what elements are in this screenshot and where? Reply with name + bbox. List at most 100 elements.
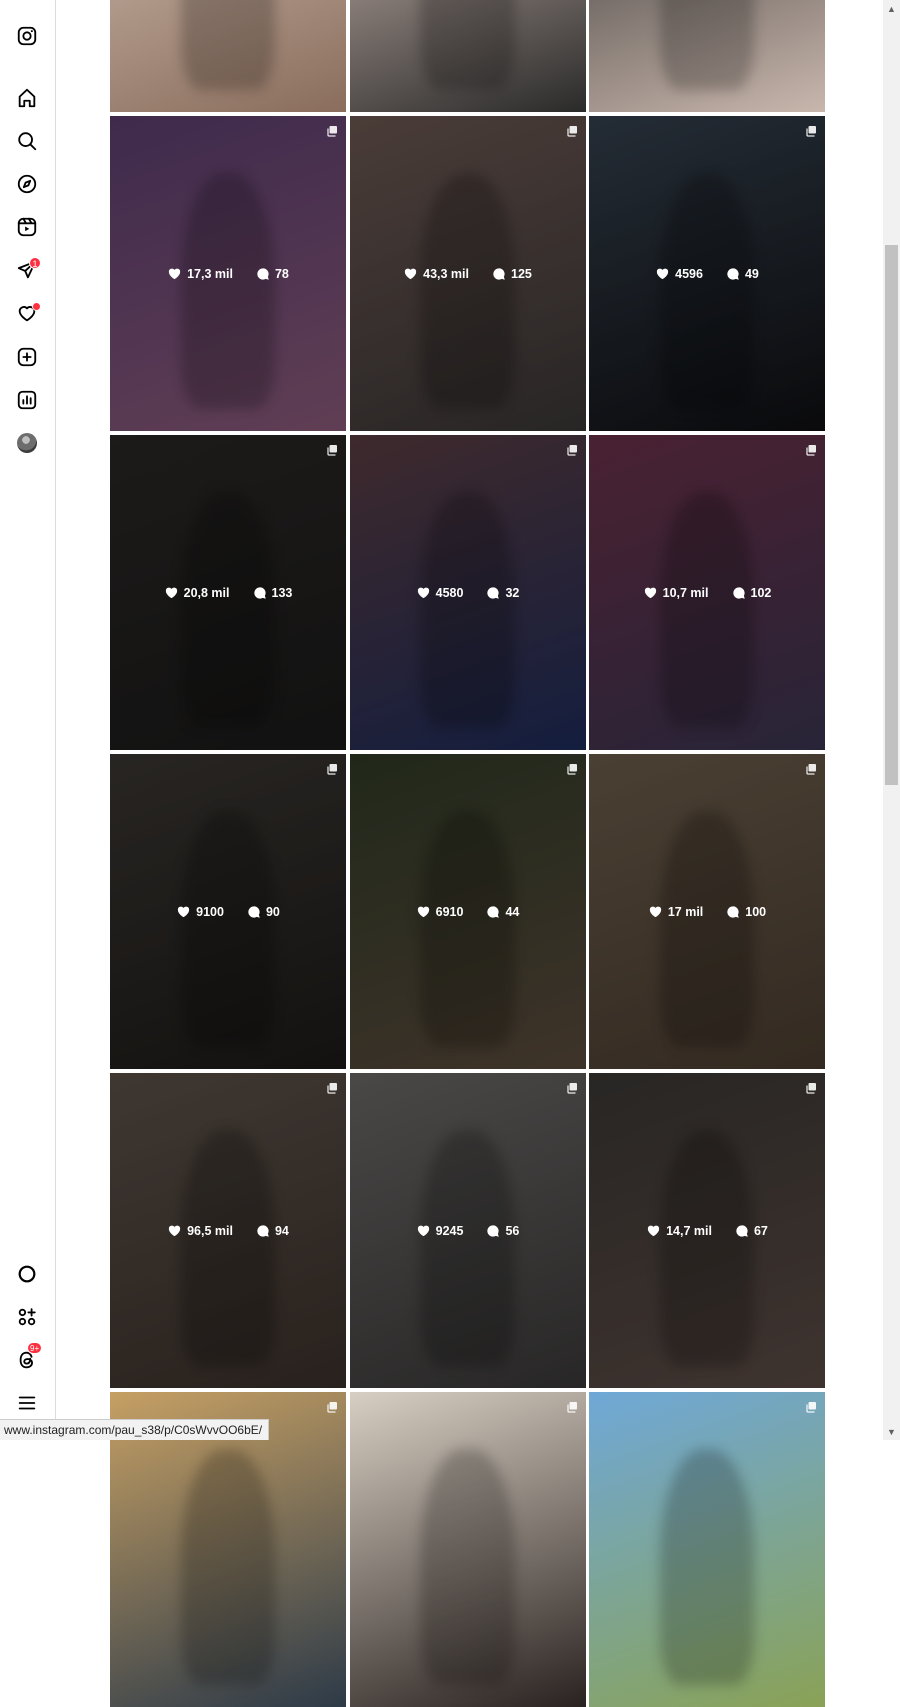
comments-count: 67 (734, 1223, 768, 1238)
post-thumbnail[interactable]: 20,8 mil 133 (110, 435, 346, 750)
explore-button[interactable] (13, 170, 41, 198)
more-menu-button[interactable] (13, 1389, 41, 1417)
likes-label: 96,5 mil (187, 1223, 233, 1238)
comments-count: 44 (485, 904, 519, 919)
dashboard-button[interactable] (13, 386, 41, 414)
comments-label: 44 (505, 904, 520, 919)
comment-icon (731, 585, 746, 600)
heart-icon (403, 266, 418, 281)
heart-icon (655, 266, 670, 281)
search-icon (16, 130, 38, 152)
post-thumbnail[interactable]: 43,3 mil 125 (349, 116, 586, 431)
meta-ai-icon (16, 1263, 38, 1285)
heart-icon (646, 1223, 661, 1238)
comments-label: 56 (505, 1223, 520, 1238)
post-stats: 9245 56 (350, 1073, 586, 1388)
instagram-logo-button[interactable] (13, 22, 41, 50)
comments-label: 125 (511, 266, 532, 281)
likes-label: 17,3 mil (187, 266, 233, 281)
likes-count: 4580 (416, 585, 463, 600)
heart-icon (176, 904, 191, 919)
post-thumbnail[interactable] (589, 0, 825, 112)
likes-label: 9100 (196, 904, 224, 919)
notifications-button[interactable] (13, 299, 41, 327)
comment-icon (725, 266, 740, 281)
threads-button[interactable]: 9+ (13, 1342, 43, 1374)
reels-button[interactable] (13, 213, 41, 241)
photo-content (180, 1448, 276, 1685)
post-stats: 43,3 mil 125 (350, 116, 586, 431)
comment-icon (485, 904, 500, 919)
post-stats: 14,7 mil 67 (589, 1073, 825, 1388)
post-thumbnail[interactable]: 96,5 mil 94 (110, 1073, 346, 1388)
post-thumbnail[interactable]: 17 mil 100 (589, 754, 825, 1069)
ai-studio-icon (16, 1306, 38, 1328)
heart-icon (643, 585, 658, 600)
scroll-down-arrow-icon[interactable]: ▼ (883, 1423, 900, 1440)
post-stats: 20,8 mil 133 (110, 435, 346, 750)
comment-icon (734, 1223, 749, 1238)
post-thumbnail[interactable]: 4580 32 (349, 435, 586, 750)
likes-label: 14,7 mil (666, 1223, 712, 1238)
photo-content (420, 0, 515, 90)
create-icon (16, 346, 38, 368)
reels-icon (16, 216, 38, 238)
heart-icon (167, 1223, 182, 1238)
post-stats: 17,3 mil 78 (110, 116, 346, 431)
post-thumbnail[interactable]: 10,7 mil 102 (589, 435, 825, 750)
comment-icon (246, 904, 261, 919)
likes-count: 10,7 mil (643, 585, 709, 600)
carousel-icon (326, 1400, 338, 1413)
page-scrollbar[interactable]: ▲ ▼ (883, 0, 900, 1440)
avatar (17, 433, 37, 453)
comments-label: 100 (745, 904, 767, 919)
likes-label: 10,7 mil (662, 585, 709, 600)
comments-count: 49 (725, 266, 759, 281)
post-thumbnail[interactable]: 9100 90 (110, 754, 346, 1069)
comments-count: 125 (491, 266, 532, 281)
post-thumbnail[interactable]: 17,3 mil 78 (110, 116, 346, 431)
post-thumbnail[interactable]: 14,7 mil 67 (589, 1073, 825, 1388)
comments-label: 32 (505, 585, 520, 600)
likes-label: 20,8 mil (183, 585, 230, 600)
sidebar-nav: 1 9+ (0, 0, 56, 1440)
search-button[interactable] (13, 127, 41, 155)
post-thumbnail[interactable]: 6910 44 (349, 754, 586, 1069)
heart-icon (416, 1223, 431, 1238)
heart-icon (416, 904, 431, 919)
post-stats: 6910 44 (350, 754, 586, 1069)
comments-count: 102 (731, 585, 772, 600)
comment-icon (485, 585, 500, 600)
likes-count: 14,7 mil (646, 1223, 712, 1238)
comments-label: 49 (744, 266, 759, 281)
notification-dot (32, 302, 41, 311)
messages-button[interactable]: 1 (13, 256, 41, 284)
post-thumbnail[interactable] (589, 1392, 825, 1707)
profile-button[interactable] (13, 429, 41, 457)
likes-count: 9100 (176, 904, 224, 919)
ai-studio-button[interactable] (13, 1303, 41, 1331)
comments-label: 78 (274, 266, 289, 281)
post-stats: 96,5 mil 94 (110, 1073, 346, 1388)
likes-label: 4596 (675, 266, 703, 281)
photo-content (180, 0, 276, 90)
comments-label: 102 (750, 585, 772, 600)
home-button[interactable] (13, 84, 41, 112)
post-thumbnail[interactable] (349, 1392, 586, 1707)
comments-count: 90 (246, 904, 280, 919)
heart-icon (648, 904, 663, 919)
comment-icon (485, 1223, 500, 1238)
comment-icon (255, 266, 270, 281)
likes-label: 43,3 mil (423, 266, 469, 281)
create-button[interactable] (13, 343, 41, 371)
post-thumbnail[interactable] (349, 0, 586, 112)
comments-label: 67 (753, 1223, 768, 1238)
scroll-up-arrow-icon[interactable]: ▲ (883, 0, 900, 17)
comments-label: 90 (265, 904, 280, 919)
meta-ai-button[interactable] (13, 1260, 41, 1288)
post-thumbnail[interactable]: 4596 49 (589, 116, 825, 431)
scrollbar-thumb[interactable] (885, 245, 898, 785)
comments-count: 133 (252, 585, 292, 600)
post-thumbnail[interactable] (110, 0, 346, 112)
post-thumbnail[interactable]: 9245 56 (349, 1073, 586, 1388)
